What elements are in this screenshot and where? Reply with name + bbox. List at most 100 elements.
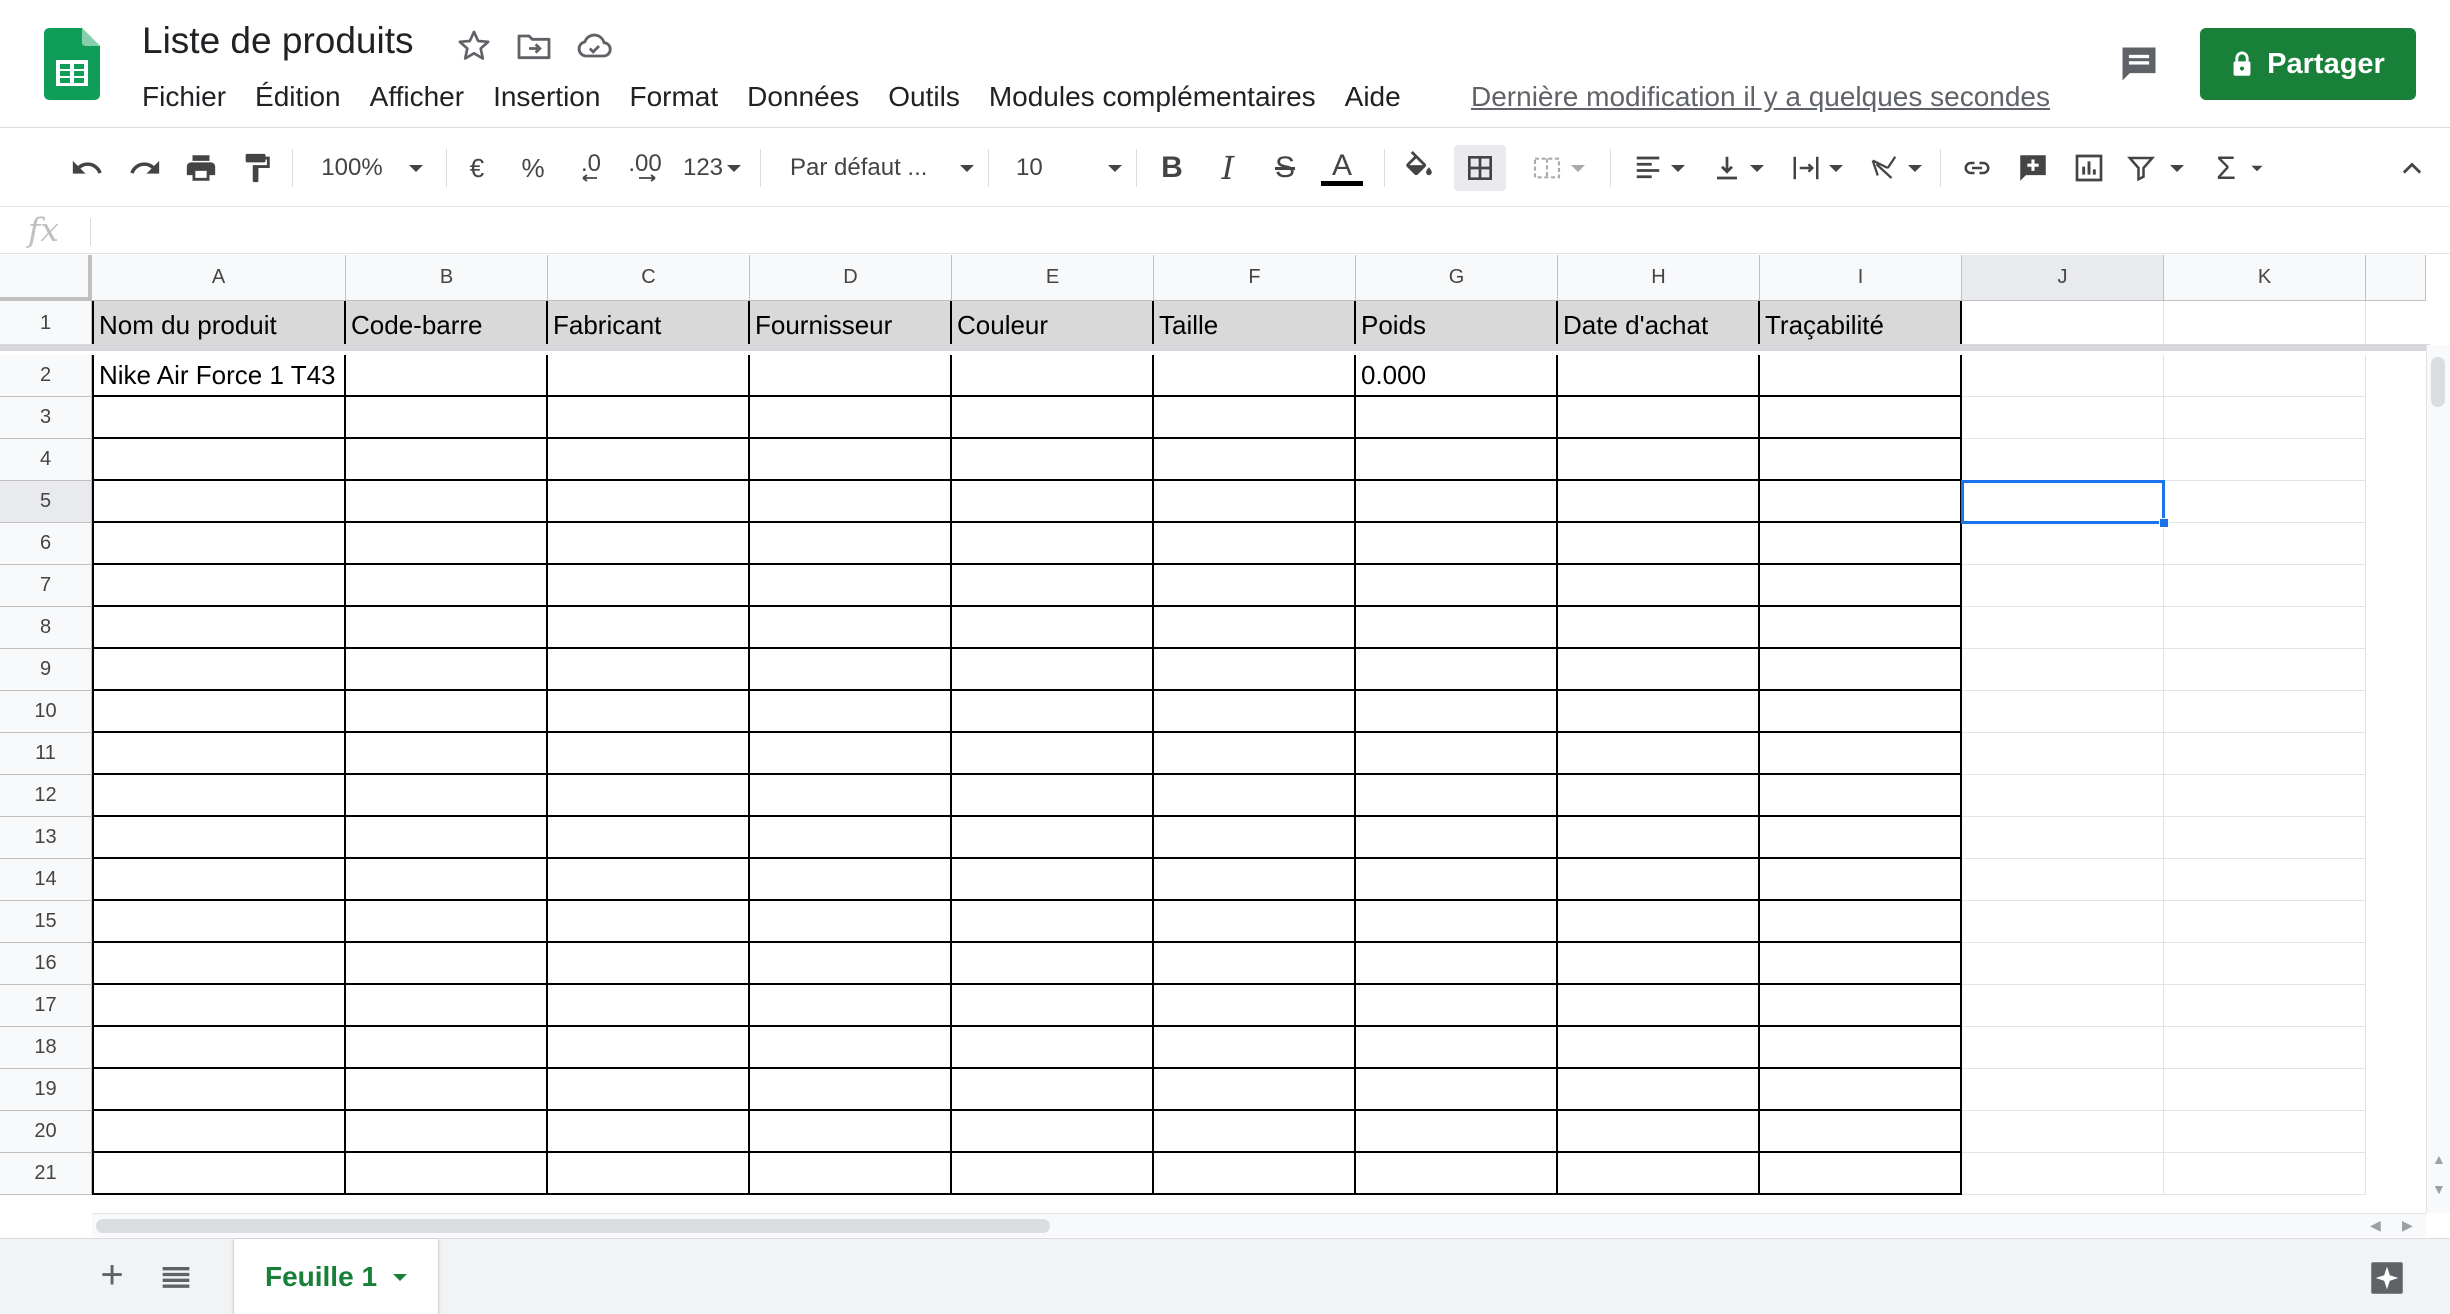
row-header-1[interactable]: 1 bbox=[0, 301, 92, 347]
cell-c9[interactable] bbox=[548, 649, 750, 691]
row-header-13[interactable]: 13 bbox=[0, 817, 92, 859]
share-button[interactable]: Partager bbox=[2200, 28, 2416, 100]
cell-h9[interactable] bbox=[1558, 649, 1760, 691]
cell-e16[interactable] bbox=[952, 943, 1154, 985]
row-header-5[interactable]: 5 bbox=[0, 481, 92, 523]
frozen-row-divider[interactable] bbox=[0, 344, 2430, 351]
cell-b7[interactable] bbox=[346, 565, 548, 607]
cell-c19[interactable] bbox=[548, 1069, 750, 1111]
cell-i5[interactable] bbox=[1760, 481, 1962, 523]
cell-k7[interactable] bbox=[2164, 565, 2366, 607]
cell-k15[interactable] bbox=[2164, 901, 2366, 943]
cell-a2[interactable]: Nike Air Force 1 T43 bbox=[92, 355, 346, 397]
cell-f14[interactable] bbox=[1154, 859, 1356, 901]
cell-c16[interactable] bbox=[548, 943, 750, 985]
cell-c6[interactable] bbox=[548, 523, 750, 565]
cell-f12[interactable] bbox=[1154, 775, 1356, 817]
cell-j6[interactable] bbox=[1962, 523, 2164, 565]
cell-b3[interactable] bbox=[346, 397, 548, 439]
horizontal-scroll-thumb[interactable] bbox=[96, 1219, 1050, 1233]
cell-a17[interactable] bbox=[92, 985, 346, 1027]
cell-f4[interactable] bbox=[1154, 439, 1356, 481]
row-header-19[interactable]: 19 bbox=[0, 1069, 92, 1111]
cell-e3[interactable] bbox=[952, 397, 1154, 439]
insert-comment-button[interactable] bbox=[2012, 145, 2054, 191]
column-header-e[interactable]: E bbox=[952, 255, 1154, 301]
last-edit-link[interactable]: Dernière modification il y a quelques se… bbox=[1471, 76, 2050, 118]
menu-edit[interactable]: Édition bbox=[255, 76, 341, 118]
cell-g3[interactable] bbox=[1356, 397, 1558, 439]
cell-j4[interactable] bbox=[1962, 439, 2164, 481]
row-header-10[interactable]: 10 bbox=[0, 691, 92, 733]
cell-k2[interactable] bbox=[2164, 355, 2366, 397]
cell-c15[interactable] bbox=[548, 901, 750, 943]
cell-i17[interactable] bbox=[1760, 985, 1962, 1027]
column-header-h[interactable]: H bbox=[1558, 255, 1760, 301]
cell-k9[interactable] bbox=[2164, 649, 2366, 691]
scroll-up-arrow-icon[interactable]: ▲ bbox=[2432, 1151, 2446, 1167]
cell-g9[interactable] bbox=[1356, 649, 1558, 691]
cell-h14[interactable] bbox=[1558, 859, 1760, 901]
cell-j1[interactable] bbox=[1962, 301, 2164, 347]
vertical-align-button[interactable] bbox=[1706, 145, 1770, 191]
cell-k16[interactable] bbox=[2164, 943, 2366, 985]
cell-k6[interactable] bbox=[2164, 523, 2366, 565]
scroll-right-arrow-icon[interactable]: ▶ bbox=[2402, 1217, 2413, 1234]
horizontal-scrollbar[interactable]: ◀ ▶ bbox=[92, 1213, 2426, 1237]
cell-g10[interactable] bbox=[1356, 691, 1558, 733]
cell-e20[interactable] bbox=[952, 1111, 1154, 1153]
cell-c17[interactable] bbox=[548, 985, 750, 1027]
cell-f21[interactable] bbox=[1154, 1153, 1356, 1195]
cell-j16[interactable] bbox=[1962, 943, 2164, 985]
cell-j14[interactable] bbox=[1962, 859, 2164, 901]
cell-a20[interactable] bbox=[92, 1111, 346, 1153]
cell-b12[interactable] bbox=[346, 775, 548, 817]
italic-button[interactable]: I bbox=[1210, 145, 1246, 191]
cell-d17[interactable] bbox=[750, 985, 952, 1027]
cell-i4[interactable] bbox=[1760, 439, 1962, 481]
cell-i12[interactable] bbox=[1760, 775, 1962, 817]
cell-f18[interactable] bbox=[1154, 1027, 1356, 1069]
cell-b17[interactable] bbox=[346, 985, 548, 1027]
cell-g11[interactable] bbox=[1356, 733, 1558, 775]
insert-link-button[interactable] bbox=[1954, 145, 2000, 191]
text-rotation-button[interactable] bbox=[1862, 145, 1928, 191]
cell-g15[interactable] bbox=[1356, 901, 1558, 943]
cell-k10[interactable] bbox=[2164, 691, 2366, 733]
cell-b1[interactable]: Code-barre bbox=[346, 301, 548, 347]
cell-j2[interactable] bbox=[1962, 355, 2164, 397]
cell-b6[interactable] bbox=[346, 523, 548, 565]
cell-c20[interactable] bbox=[548, 1111, 750, 1153]
cell-h18[interactable] bbox=[1558, 1027, 1760, 1069]
redo-button[interactable] bbox=[124, 145, 166, 191]
cell-c11[interactable] bbox=[548, 733, 750, 775]
cell-d9[interactable] bbox=[750, 649, 952, 691]
cell-i18[interactable] bbox=[1760, 1027, 1962, 1069]
cell-f2[interactable] bbox=[1154, 355, 1356, 397]
cell-k8[interactable] bbox=[2164, 607, 2366, 649]
cell-a11[interactable] bbox=[92, 733, 346, 775]
font-size-select[interactable]: 10 bbox=[1016, 145, 1122, 191]
cell-f16[interactable] bbox=[1154, 943, 1356, 985]
cell-e14[interactable] bbox=[952, 859, 1154, 901]
cell-h11[interactable] bbox=[1558, 733, 1760, 775]
cell-a15[interactable] bbox=[92, 901, 346, 943]
sheet-tab-active[interactable]: Feuille 1 bbox=[234, 1239, 438, 1314]
more-formats-button[interactable]: 123 bbox=[678, 145, 746, 191]
cell-d2[interactable] bbox=[750, 355, 952, 397]
row-header-9[interactable]: 9 bbox=[0, 649, 92, 691]
cell-j13[interactable] bbox=[1962, 817, 2164, 859]
cell-b18[interactable] bbox=[346, 1027, 548, 1069]
cell-d16[interactable] bbox=[750, 943, 952, 985]
cell-c8[interactable] bbox=[548, 607, 750, 649]
column-header-k[interactable]: K bbox=[2164, 255, 2366, 301]
cell-d8[interactable] bbox=[750, 607, 952, 649]
menu-insert[interactable]: Insertion bbox=[493, 76, 600, 118]
cell-i6[interactable] bbox=[1760, 523, 1962, 565]
cell-k3[interactable] bbox=[2164, 397, 2366, 439]
cell-a14[interactable] bbox=[92, 859, 346, 901]
cell-e11[interactable] bbox=[952, 733, 1154, 775]
cell-b15[interactable] bbox=[346, 901, 548, 943]
cell-i11[interactable] bbox=[1760, 733, 1962, 775]
text-color-button[interactable]: A bbox=[1318, 145, 1366, 191]
